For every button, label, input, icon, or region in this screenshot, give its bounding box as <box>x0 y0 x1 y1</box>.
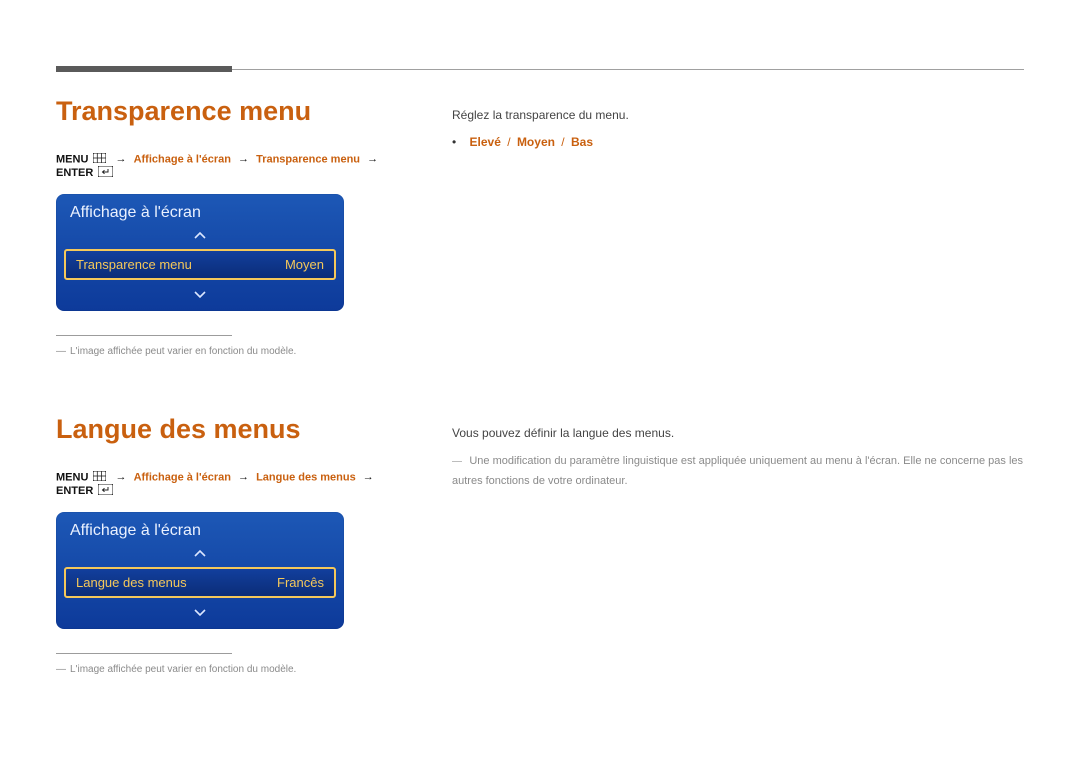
osd-item-label: Langue des menus <box>76 575 187 590</box>
enter-label: ENTER <box>56 485 93 497</box>
bullet-icon: • <box>452 135 456 149</box>
note-line: Une modification du paramètre linguistiq… <box>452 451 1024 490</box>
osd-up-control[interactable] <box>56 228 344 249</box>
option-value: Bas <box>571 135 593 149</box>
arrow-icon: → <box>116 153 127 165</box>
path-segment: Affichage à l'écran <box>134 471 231 483</box>
osd-header: Affichage à l'écran <box>56 512 344 546</box>
osd-panel-transparency: Affichage à l'écran Transparence menu Mo… <box>56 194 344 311</box>
menu-grid-icon <box>93 153 106 166</box>
section-title-transparency: Transparence menu <box>56 96 416 127</box>
option-value: Elevé <box>470 135 501 149</box>
osd-item-value: Moyen <box>285 257 324 272</box>
arrow-icon: → <box>238 471 249 483</box>
footnote-text: L'image affichée peut varier en fonction… <box>70 346 296 357</box>
osd-selected-row[interactable]: Transparence menu Moyen <box>64 249 336 280</box>
note-text: Une modification du paramètre linguistiq… <box>452 455 1023 487</box>
path-segment: Transparence menu <box>256 153 360 165</box>
dash-icon <box>452 461 462 462</box>
description-text: Réglez la transparence du menu. <box>452 106 1024 125</box>
osd-down-control[interactable] <box>56 280 344 311</box>
menu-label: MENU <box>56 153 88 165</box>
options-line: • Elevé / Moyen / Bas <box>452 133 1024 152</box>
osd-up-control[interactable] <box>56 546 344 567</box>
chevron-down-icon <box>193 289 207 299</box>
menu-label: MENU <box>56 471 88 483</box>
footnote-divider <box>56 653 232 654</box>
enter-label: ENTER <box>56 167 93 179</box>
enter-select-icon <box>98 484 113 498</box>
right-col-transparency: Réglez la transparence du menu. • Elevé … <box>452 106 1024 152</box>
footnote-language: ―L'image affichée peut varier en fonctio… <box>56 664 416 675</box>
arrow-icon: → <box>367 153 378 165</box>
chevron-up-icon <box>193 549 207 559</box>
osd-selected-row[interactable]: Langue des menus Francês <box>64 567 336 598</box>
path-segment: Affichage à l'écran <box>134 153 231 165</box>
nav-path-transparency: MENU → Affichage à l'écran → Transparenc… <box>56 153 416 180</box>
footnote-text: L'image affichée peut varier en fonction… <box>70 664 296 675</box>
section-language: Langue des menus MENU → Affichage à l'éc… <box>56 414 416 675</box>
footnote-transparency: ―L'image affichée peut varier en fonctio… <box>56 346 416 357</box>
section-tab-marker <box>56 66 232 72</box>
option-separator: / <box>561 135 564 149</box>
section-title-language: Langue des menus <box>56 414 416 445</box>
osd-header: Affichage à l'écran <box>56 194 344 228</box>
nav-path-language: MENU → Affichage à l'écran → Langue des … <box>56 471 416 498</box>
section-transparency: Transparence menu MENU → Affichage à l'é… <box>56 96 416 357</box>
osd-down-control[interactable] <box>56 598 344 629</box>
arrow-icon: → <box>116 471 127 483</box>
footnote-divider <box>56 335 232 336</box>
path-segment: Langue des menus <box>256 471 356 483</box>
arrow-icon: → <box>238 153 249 165</box>
chevron-up-icon <box>193 231 207 241</box>
menu-grid-icon <box>93 471 106 484</box>
osd-item-label: Transparence menu <box>76 257 192 272</box>
right-col-language: Vous pouvez définir la langue des menus.… <box>452 424 1024 490</box>
chevron-down-icon <box>193 607 207 617</box>
osd-panel-language: Affichage à l'écran Langue des menus Fra… <box>56 512 344 629</box>
arrow-icon: → <box>363 471 374 483</box>
option-separator: / <box>507 135 510 149</box>
description-text: Vous pouvez définir la langue des menus. <box>452 424 1024 443</box>
enter-select-icon <box>98 166 113 180</box>
option-value: Moyen <box>517 135 555 149</box>
osd-item-value: Francês <box>277 575 324 590</box>
